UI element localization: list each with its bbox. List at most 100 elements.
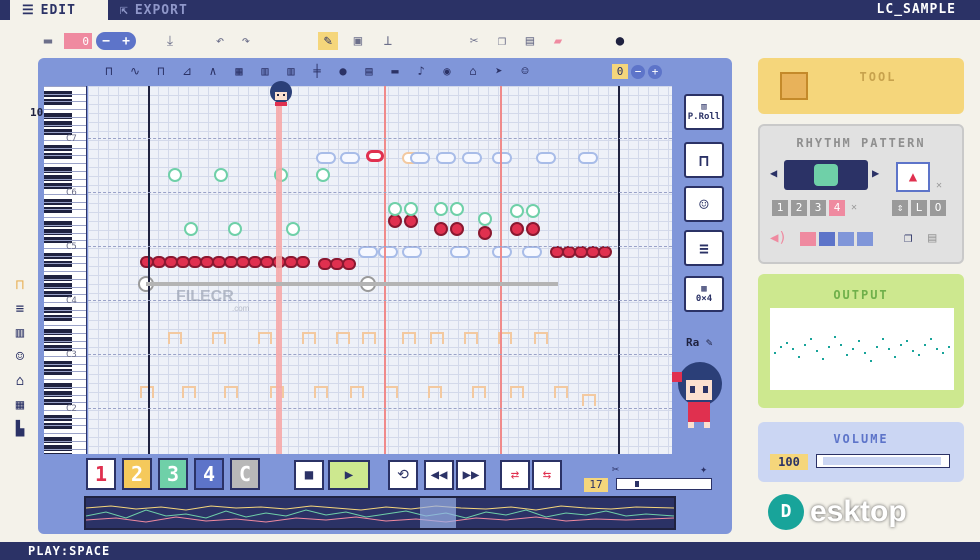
shift-icon[interactable]: ⇕: [892, 200, 908, 216]
rhythm-4-button[interactable]: 4: [829, 200, 845, 216]
note[interactable]: [562, 246, 576, 258]
note[interactable]: [212, 332, 226, 344]
note[interactable]: [296, 256, 310, 268]
note[interactable]: [236, 256, 250, 268]
note[interactable]: [450, 246, 470, 258]
note[interactable]: [188, 256, 202, 268]
download-icon[interactable]: ⤓: [160, 32, 180, 50]
playhead-character[interactable]: [266, 80, 296, 106]
channel-2-button[interactable]: [819, 232, 835, 246]
ra-label[interactable]: Ra ✎: [686, 336, 713, 349]
play-button[interactable]: ▶: [328, 460, 370, 490]
note[interactable]: [366, 150, 384, 162]
grid-size-button[interactable]: ▦ 0×4: [684, 276, 724, 312]
rhythm-triangle-icon[interactable]: ▲: [896, 162, 930, 192]
rewind-button[interactable]: ◀◀: [424, 460, 454, 490]
note[interactable]: [434, 202, 448, 216]
tool-icon[interactable]: [780, 72, 808, 100]
channel-3-button[interactable]: [838, 232, 854, 246]
note[interactable]: [318, 258, 332, 270]
note[interactable]: [140, 256, 154, 268]
rhythm-close-icon[interactable]: ✕: [936, 180, 942, 191]
smile-icon[interactable]: ☺: [10, 348, 30, 366]
note[interactable]: [462, 152, 482, 164]
tempo-slider[interactable]: [616, 478, 712, 490]
note[interactable]: [410, 152, 430, 164]
voice-edit-button[interactable]: ☺: [684, 186, 724, 222]
octave-plus-button[interactable]: +: [648, 64, 662, 79]
note[interactable]: [492, 246, 512, 258]
rhythm-prev-icon[interactable]: ◀: [770, 166, 777, 180]
note[interactable]: [200, 256, 214, 268]
bass-icon[interactable]: ▬: [384, 62, 406, 80]
shuffle-off-button[interactable]: ⇆: [532, 460, 562, 490]
note[interactable]: [350, 386, 364, 398]
note[interactable]: [522, 246, 542, 258]
note[interactable]: [598, 246, 612, 258]
note[interactable]: [436, 152, 456, 164]
note[interactable]: [526, 222, 540, 236]
fast-forward-button[interactable]: ▶▶: [456, 460, 486, 490]
cut-icon[interactable]: ✂: [464, 32, 484, 50]
record-icon[interactable]: ◉: [436, 62, 458, 80]
note[interactable]: [510, 386, 524, 398]
song-overview[interactable]: [84, 496, 676, 530]
note[interactable]: [578, 152, 598, 164]
loop-off-button[interactable]: ⟲: [388, 460, 418, 490]
wave-edit-button[interactable]: ⊓: [684, 142, 724, 178]
guitar-icon[interactable]: ♪: [410, 62, 432, 80]
note[interactable]: [582, 394, 596, 406]
note[interactable]: [212, 256, 226, 268]
note[interactable]: [536, 152, 556, 164]
note[interactable]: [388, 202, 402, 216]
note[interactable]: [330, 258, 344, 270]
channel-4-button[interactable]: [857, 232, 873, 246]
note[interactable]: [164, 256, 178, 268]
pulse-wave-icon[interactable]: ⊓: [150, 62, 172, 80]
layers-button[interactable]: ≡: [684, 230, 724, 266]
note[interactable]: [248, 256, 262, 268]
black-key[interactable]: [44, 453, 72, 454]
repeat-off-button[interactable]: ⇄: [500, 460, 530, 490]
octave-minus-button[interactable]: −: [631, 64, 645, 79]
note[interactable]: [152, 256, 166, 268]
note[interactable]: [258, 332, 272, 344]
lock-icon[interactable]: ⊓: [10, 276, 30, 294]
note[interactable]: [302, 332, 316, 344]
minus-button[interactable]: −: [102, 34, 110, 49]
channel-1-button[interactable]: [800, 232, 816, 246]
speaker-icon[interactable]: ◀): [770, 230, 787, 246]
volume-slider[interactable]: [816, 454, 950, 468]
note[interactable]: [168, 168, 182, 182]
note[interactable]: [182, 386, 196, 398]
note[interactable]: [550, 246, 564, 258]
rhythm-3-button[interactable]: 3: [810, 200, 826, 216]
tab-edit[interactable]: ☰ EDIT: [10, 0, 108, 20]
note[interactable]: [492, 152, 512, 164]
note[interactable]: [340, 152, 360, 164]
left-align-icon[interactable]: L: [911, 200, 927, 216]
note[interactable]: [260, 256, 274, 268]
note[interactable]: [224, 386, 238, 398]
noise-icon[interactable]: ▦: [228, 62, 250, 80]
redo-icon[interactable]: ↷: [236, 32, 256, 50]
note[interactable]: [176, 256, 190, 268]
note[interactable]: [450, 222, 464, 236]
note[interactable]: [314, 386, 328, 398]
note[interactable]: [168, 332, 182, 344]
note-grid[interactable]: [88, 86, 672, 454]
undo-icon[interactable]: ↶: [210, 32, 230, 50]
copy-pattern-icon[interactable]: ❐: [904, 230, 912, 246]
note[interactable]: [336, 332, 350, 344]
overview-window[interactable]: [420, 498, 456, 528]
track-1-button[interactable]: 1: [86, 458, 116, 490]
counter-stepper[interactable]: − +: [96, 32, 136, 50]
note[interactable]: [224, 256, 238, 268]
note[interactable]: [510, 222, 524, 236]
playhead[interactable]: [276, 86, 282, 454]
note[interactable]: [428, 386, 442, 398]
hat-icon[interactable]: ⌂: [462, 62, 484, 80]
note[interactable]: [228, 222, 242, 236]
rhythm-1-button[interactable]: 1: [772, 200, 788, 216]
tempo-slider-thumb[interactable]: [635, 481, 639, 487]
